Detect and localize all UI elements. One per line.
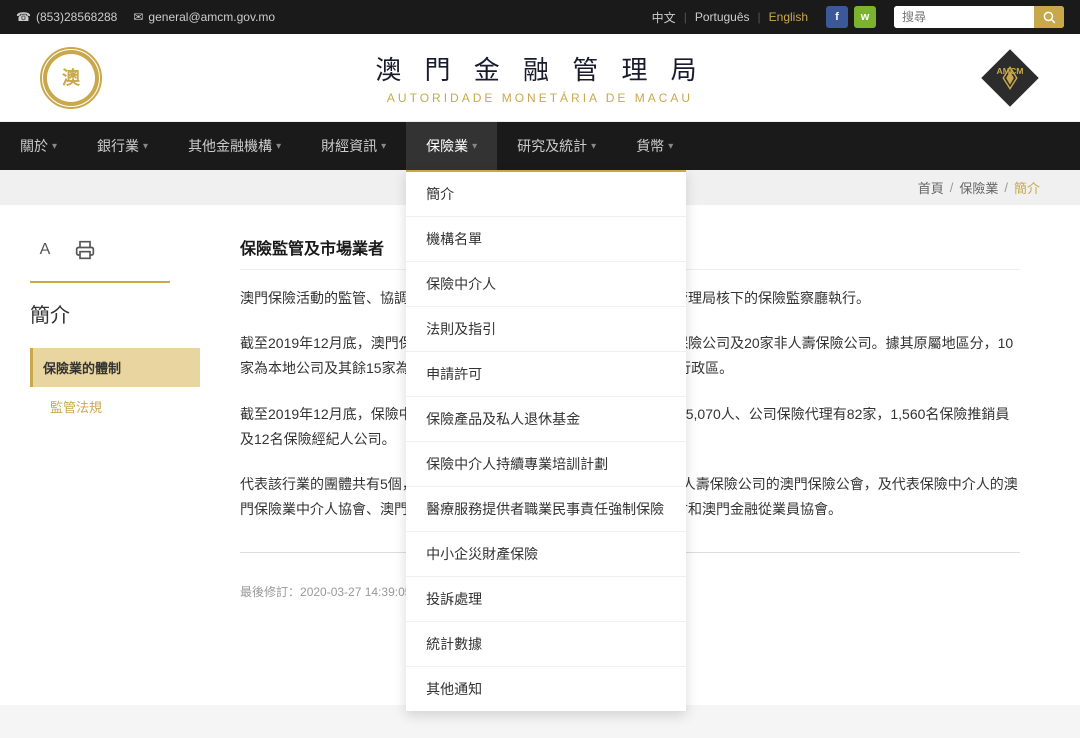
dropdown-item-6[interactable]: 保險中介人持續專業培訓計劃 (406, 442, 686, 487)
phone-icon: ☎ (16, 10, 31, 24)
email-icon: ✉ (133, 10, 143, 24)
search-box[interactable] (894, 6, 1064, 28)
breadcrumb-current: 簡介 (1014, 178, 1040, 197)
header: 澳 澳 門 金 融 管 理 局 AUTORIDADE MONETÁRIA DE … (0, 34, 1080, 122)
contact-info: ☎ (853)28568288 ✉ general@amcm.gov.mo (16, 10, 275, 24)
language-section: 中文 | Português | English f w (652, 6, 1064, 28)
lang-sep-1: | (684, 10, 687, 24)
sidebar-icons: A (30, 235, 200, 265)
lang-zh[interactable]: 中文 (652, 9, 676, 26)
nav-research-label: 研究及統計 (517, 136, 587, 156)
search-button[interactable] (1034, 6, 1064, 28)
printer-icon (75, 240, 95, 260)
lang-pt[interactable]: Português (695, 10, 750, 24)
nav-currency-arrow: ▾ (668, 141, 673, 152)
dropdown-item-1[interactable]: 機構名單 (406, 217, 686, 262)
amcm-diamond-logo: AMCM (980, 47, 1040, 109)
sidebar: A 簡介 保險業的體制 監管法規 (0, 205, 200, 705)
macao-logo: 澳 (40, 47, 102, 109)
phone-item: ☎ (853)28568288 (16, 10, 117, 24)
dropdown-item-3[interactable]: 法則及指引 (406, 307, 686, 352)
breadcrumb-sep-2: / (1004, 180, 1008, 195)
dropdown-item-11[interactable]: 其他通知 (406, 667, 686, 711)
nav-currency[interactable]: 貨幣 ▾ (616, 122, 693, 170)
nav-about-arrow: ▾ (52, 141, 57, 152)
breadcrumb-section[interactable]: 保險業 (959, 178, 998, 197)
nav-financial-info-label: 財經資訊 (321, 136, 377, 156)
nav-other-financial[interactable]: 其他金融機構 ▾ (168, 122, 301, 170)
sidebar-item-insurance-system[interactable]: 保險業的體制 (30, 348, 200, 387)
svg-text:澳: 澳 (62, 67, 81, 88)
insurance-dropdown: 簡介 機構名單 保險中介人 法則及指引 申請許可 保險產品及私人退休基金 保險中… (406, 170, 686, 711)
dropdown-item-9[interactable]: 投訴處理 (406, 577, 686, 622)
sidebar-title: 簡介 (30, 299, 200, 328)
wechat-icon[interactable]: w (854, 6, 876, 28)
nav-bar: 關於 ▾ 銀行業 ▾ 其他金融機構 ▾ 財經資訊 ▾ 保險業 ▾ 簡介 機構名單… (0, 122, 1080, 170)
nav-insurance-label: 保險業 (426, 136, 468, 156)
nav-research[interactable]: 研究及統計 ▾ (497, 122, 616, 170)
print-icon[interactable] (70, 235, 100, 265)
lang-sep-2: | (758, 10, 761, 24)
nav-insurance-arrow: ▾ (472, 141, 477, 152)
search-input[interactable] (894, 6, 1034, 28)
dropdown-item-4[interactable]: 申請許可 (406, 352, 686, 397)
nav-currency-label: 貨幣 (636, 136, 664, 156)
breadcrumb-sep-1: / (950, 180, 954, 195)
amcm-logo: AMCM (980, 48, 1040, 108)
phone-number: (853)28568288 (36, 10, 117, 24)
nav-banking-label: 銀行業 (97, 136, 139, 156)
nav-banking-arrow: ▾ (143, 141, 148, 152)
breadcrumb-home[interactable]: 首頁 (918, 178, 944, 197)
nav-banking[interactable]: 銀行業 ▾ (77, 122, 168, 170)
nav-financial-info[interactable]: 財經資訊 ▾ (301, 122, 406, 170)
nav-insurance[interactable]: 保險業 ▾ (406, 122, 497, 170)
title-en: AUTORIDADE MONETÁRIA DE MACAU (375, 91, 704, 105)
font-size-icon[interactable]: A (30, 235, 60, 265)
nav-about-label: 關於 (20, 136, 48, 156)
dropdown-item-10[interactable]: 統計數據 (406, 622, 686, 667)
email-item: ✉ general@amcm.gov.mo (133, 10, 275, 24)
nav-research-arrow: ▾ (591, 141, 596, 152)
macao-emblem: 澳 (43, 50, 99, 106)
last-modified-label: 最後修訂： (240, 585, 300, 599)
email-address: general@amcm.gov.mo (148, 10, 275, 24)
dropdown-item-0[interactable]: 簡介 (406, 172, 686, 217)
sidebar-divider (30, 281, 170, 283)
dropdown-item-2[interactable]: 保險中介人 (406, 262, 686, 307)
dropdown-item-7[interactable]: 醫療服務提供者職業民事責任強制保險 (406, 487, 686, 532)
nav-other-financial-arrow: ▾ (276, 141, 281, 152)
nav-insurance-container: 保險業 ▾ 簡介 機構名單 保險中介人 法則及指引 申請許可 保險產品及私人退休… (406, 122, 497, 170)
nav-financial-info-arrow: ▾ (381, 141, 386, 152)
dropdown-item-8[interactable]: 中小企災財產保險 (406, 532, 686, 577)
last-modified-date: 2020-03-27 14:39:05 (300, 585, 411, 599)
social-icons: f w (826, 6, 876, 28)
nav-other-financial-label: 其他金融機構 (188, 136, 272, 156)
sidebar-item-regulations[interactable]: 監管法規 (30, 387, 200, 426)
top-bar: ☎ (853)28568288 ✉ general@amcm.gov.mo 中文… (0, 0, 1080, 34)
header-title: 澳 門 金 融 管 理 局 AUTORIDADE MONETÁRIA DE MA… (375, 50, 704, 105)
sidebar-menu: 保險業的體制 監管法規 (30, 348, 200, 426)
nav-about[interactable]: 關於 ▾ (0, 122, 77, 170)
lang-en[interactable]: English (769, 10, 808, 24)
dropdown-item-5[interactable]: 保險產品及私人退休基金 (406, 397, 686, 442)
facebook-icon[interactable]: f (826, 6, 848, 28)
title-zh: 澳 門 金 融 管 理 局 (375, 50, 704, 87)
search-icon (1042, 10, 1056, 24)
